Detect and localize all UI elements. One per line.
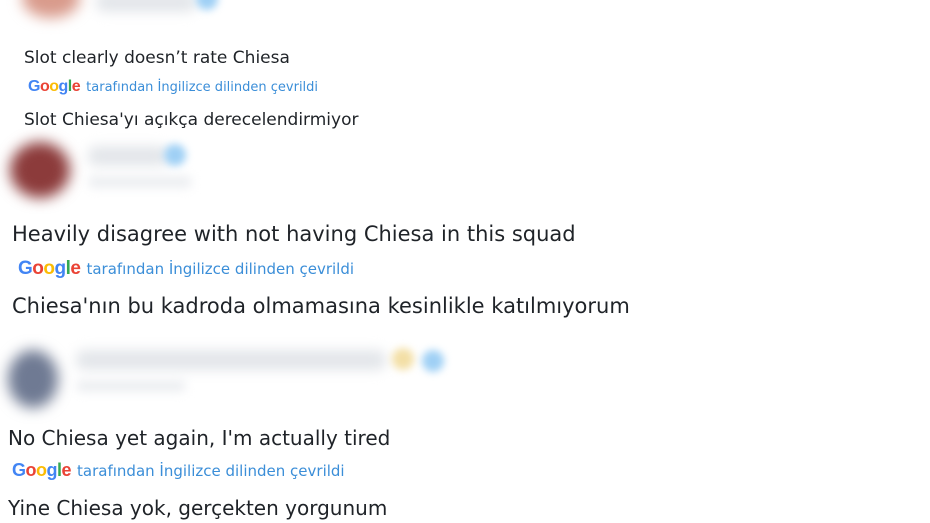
- reply-text: Slot clearly doesn’t rate Chiesa: [24, 48, 290, 68]
- translated-text: Slot Chiesa'yı açıkça derecelendirmiyor: [24, 110, 359, 130]
- translated-by-google[interactable]: Google tarafından İngilizce dilinden çev…: [28, 78, 318, 96]
- verified-badge-icon: [196, 0, 218, 10]
- avatar[interactable]: [8, 350, 58, 408]
- reply-post: Slot clearly doesn’t rate Chiesa Google …: [0, 0, 930, 140]
- reply-post: No Chiesa yet again, I'm actually tired …: [0, 340, 930, 523]
- blurred-username[interactable]: [76, 350, 386, 370]
- translated-by-google[interactable]: Google tarafından İngilizce dilinden çev…: [18, 258, 354, 280]
- reply-text: Heavily disagree with not having Chiesa …: [12, 222, 576, 246]
- translation-label[interactable]: tarafından İngilizce dilinden çevrildi: [77, 462, 345, 480]
- verified-badge-icon: [164, 144, 186, 166]
- blurred-username[interactable]: [96, 0, 196, 12]
- google-logo-icon: Google: [18, 258, 81, 279]
- translated-text: Yine Chiesa yok, gerçekten yorgunum: [8, 496, 388, 520]
- avatar[interactable]: [22, 0, 80, 18]
- blurred-handle: [76, 380, 186, 392]
- gold-badge-icon: [392, 348, 414, 370]
- blurred-handle: [88, 176, 192, 188]
- translation-label[interactable]: tarafından İngilizce dilinden çevrildi: [86, 80, 318, 95]
- reply-text: No Chiesa yet again, I'm actually tired: [8, 426, 391, 450]
- blurred-username[interactable]: [88, 146, 168, 166]
- translated-text: Chiesa'nın bu kadroda olmamasına kesinli…: [12, 294, 630, 318]
- verified-badge-icon: [422, 350, 444, 372]
- reply-post: Heavily disagree with not having Chiesa …: [0, 140, 930, 340]
- translated-by-google[interactable]: Google tarafından İngilizce dilinden çev…: [12, 460, 345, 481]
- avatar[interactable]: [10, 142, 70, 198]
- google-logo-icon: Google: [12, 460, 72, 480]
- translation-label[interactable]: tarafından İngilizce dilinden çevrildi: [86, 260, 354, 278]
- google-logo-icon: Google: [28, 78, 81, 95]
